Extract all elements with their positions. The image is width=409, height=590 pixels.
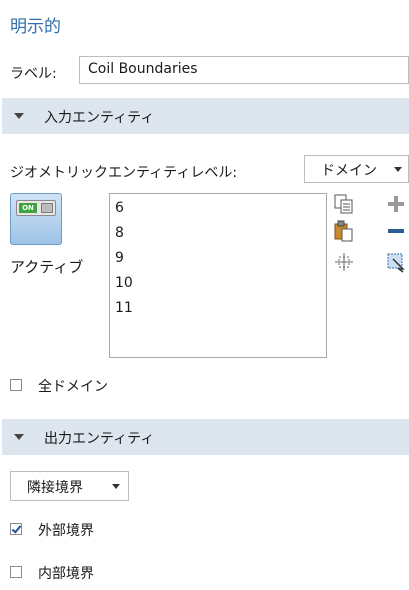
all-domains-checkbox[interactable] [10, 379, 22, 391]
input-entities-section-header[interactable]: 入力エンティティ [2, 98, 409, 134]
interior-boundaries-label: 内部境界 [38, 566, 94, 582]
select-value: 隣接境界 [27, 480, 83, 496]
select-value: ドメイン [321, 163, 377, 179]
collapse-triangle-icon [14, 434, 24, 440]
list-item[interactable]: 8 [110, 225, 326, 250]
paste-icon[interactable] [333, 220, 355, 242]
remove-icon[interactable] [385, 220, 407, 242]
toggle-on-text: ON [19, 203, 37, 213]
exterior-boundaries-label: 外部境界 [38, 523, 94, 539]
collapse-triangle-icon [14, 113, 24, 119]
label-row: ラベル: Coil Boundaries [10, 56, 409, 86]
output-entities-section-header[interactable]: 出力エンティティ [2, 419, 409, 455]
section-title: 入力エンティティ [44, 110, 155, 126]
label-input[interactable]: Coil Boundaries [79, 56, 409, 84]
chevron-down-icon [112, 484, 120, 489]
node-title: 明示的 [10, 17, 61, 37]
geometric-entity-level-select[interactable]: ドメイン [304, 155, 409, 183]
label-caption: ラベル: [10, 66, 57, 82]
list-item[interactable]: 6 [110, 200, 326, 225]
output-entities-select[interactable]: 隣接境界 [10, 471, 129, 501]
copy-icon[interactable] [333, 193, 355, 215]
selection-listbox[interactable]: 6 8 9 10 11 [109, 193, 327, 358]
selection-toolbar [333, 193, 409, 283]
zoom-to-selection-icon[interactable] [333, 251, 355, 273]
section-title: 出力エンティティ [44, 431, 155, 447]
geometric-entity-level-row: ジオメトリックエンティティレベル: ドメイン [10, 155, 409, 185]
geometric-entity-level-label: ジオメトリックエンティティレベル: [10, 165, 238, 181]
clear-selection-icon[interactable] [385, 251, 407, 273]
toggle-knob [41, 203, 53, 213]
list-item[interactable]: 9 [110, 250, 326, 275]
add-icon[interactable] [385, 193, 407, 215]
active-toggle-button[interactable]: ON [10, 193, 62, 245]
list-item[interactable]: 11 [110, 300, 326, 325]
interior-boundaries-checkbox[interactable] [10, 566, 22, 578]
chevron-down-icon [394, 167, 402, 172]
exterior-boundaries-checkbox[interactable] [10, 523, 22, 535]
list-item[interactable]: 10 [110, 275, 326, 300]
toggle-switch-icon: ON [16, 200, 56, 216]
all-domains-label: 全ドメイン [38, 379, 108, 395]
active-label: アクティブ [10, 258, 84, 276]
